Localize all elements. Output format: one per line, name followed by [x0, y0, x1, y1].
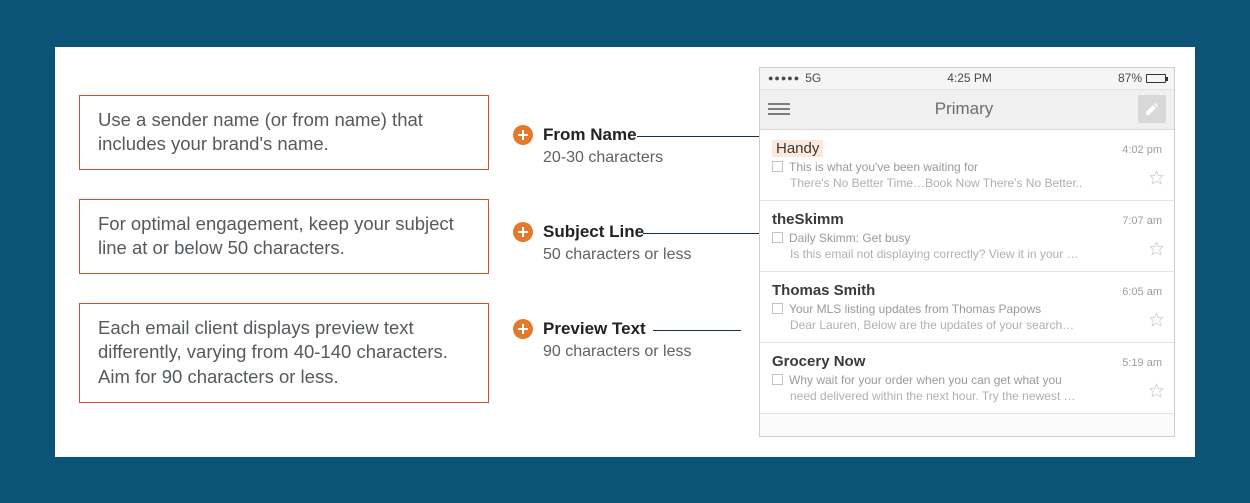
checkbox-icon[interactable] — [772, 374, 783, 385]
callout-sub: 90 characters or less — [543, 343, 692, 361]
star-icon[interactable] — [1149, 170, 1164, 190]
mail-time: 7:07 am — [1122, 215, 1162, 227]
menu-icon[interactable] — [768, 103, 790, 115]
phone-mockup: ●●●●● 5G 4:25 PM 87% Primary Handy 4:02 … — [759, 67, 1175, 437]
battery-icon — [1146, 74, 1166, 83]
mail-subject: This is what you've been waiting for — [789, 160, 978, 174]
mail-sender: Handy — [772, 140, 823, 157]
plus-icon — [513, 125, 533, 145]
mail-item[interactable]: Thomas Smith 6:05 am Your MLS listing up… — [760, 272, 1174, 343]
status-bar: ●●●●● 5G 4:25 PM 87% — [760, 68, 1174, 90]
mail-preview: Dear Lauren, Below are the updates of yo… — [772, 318, 1112, 332]
tip-subject-line: For optimal engagement, keep your subjec… — [79, 199, 489, 275]
mail-preview: need delivered within the next hour. Try… — [772, 389, 1112, 403]
compose-button[interactable] — [1138, 95, 1166, 123]
mail-preview: There's No Better Time…Book Now There's … — [772, 176, 1112, 190]
carrier-label: 5G — [805, 71, 821, 85]
canvas: Use a sender name (or from name) that in… — [55, 47, 1195, 457]
mail-subject: Why wait for your order when you can get… — [789, 373, 1062, 387]
tip-preview-text: Each email client displays preview text … — [79, 303, 489, 404]
mail-preview: Is this email not displaying correctly? … — [772, 247, 1112, 261]
callout-sub: 50 characters or less — [543, 246, 692, 264]
callout-sub: 20-30 characters — [543, 149, 663, 167]
checkbox-icon[interactable] — [772, 232, 783, 243]
plus-icon — [513, 319, 533, 339]
tip-from-name: Use a sender name (or from name) that in… — [79, 95, 489, 171]
mail-time: 5:19 am — [1122, 357, 1162, 369]
callout-title: Subject Line — [543, 222, 644, 242]
checkbox-icon[interactable] — [772, 161, 783, 172]
status-time: 4:25 PM — [947, 71, 992, 85]
callout-subject-line: Subject Line 50 characters or less — [513, 222, 692, 264]
signal-icon: ●●●●● — [768, 73, 800, 83]
star-icon[interactable] — [1149, 383, 1164, 403]
mail-time: 6:05 am — [1122, 286, 1162, 298]
battery-percent: 87% — [1118, 71, 1142, 85]
checkbox-icon[interactable] — [772, 303, 783, 314]
plus-icon — [513, 222, 533, 242]
mail-item[interactable]: Handy 4:02 pm This is what you've been w… — [760, 130, 1174, 201]
callout-from-name: From Name 20-30 characters — [513, 125, 663, 167]
mail-sender: Thomas Smith — [772, 282, 875, 299]
inbox-title: Primary — [935, 99, 994, 119]
nav-bar: Primary — [760, 90, 1174, 130]
callout-title: Preview Text — [543, 319, 646, 339]
mail-subject: Daily Skimm: Get busy — [789, 231, 910, 245]
mail-item[interactable]: Grocery Now 5:19 am Why wait for your or… — [760, 343, 1174, 414]
mail-time: 4:02 pm — [1122, 144, 1162, 156]
callout-preview-text: Preview Text 90 characters or less — [513, 319, 692, 361]
star-icon[interactable] — [1149, 312, 1164, 332]
connector-line — [653, 330, 741, 331]
mail-subject: Your MLS listing updates from Thomas Pap… — [789, 302, 1041, 316]
mail-sender: theSkimm — [772, 211, 844, 228]
star-icon[interactable] — [1149, 241, 1164, 261]
mail-item[interactable]: theSkimm 7:07 am Daily Skimm: Get busy I… — [760, 201, 1174, 272]
mail-sender: Grocery Now — [772, 353, 865, 370]
callout-title: From Name — [543, 125, 637, 145]
